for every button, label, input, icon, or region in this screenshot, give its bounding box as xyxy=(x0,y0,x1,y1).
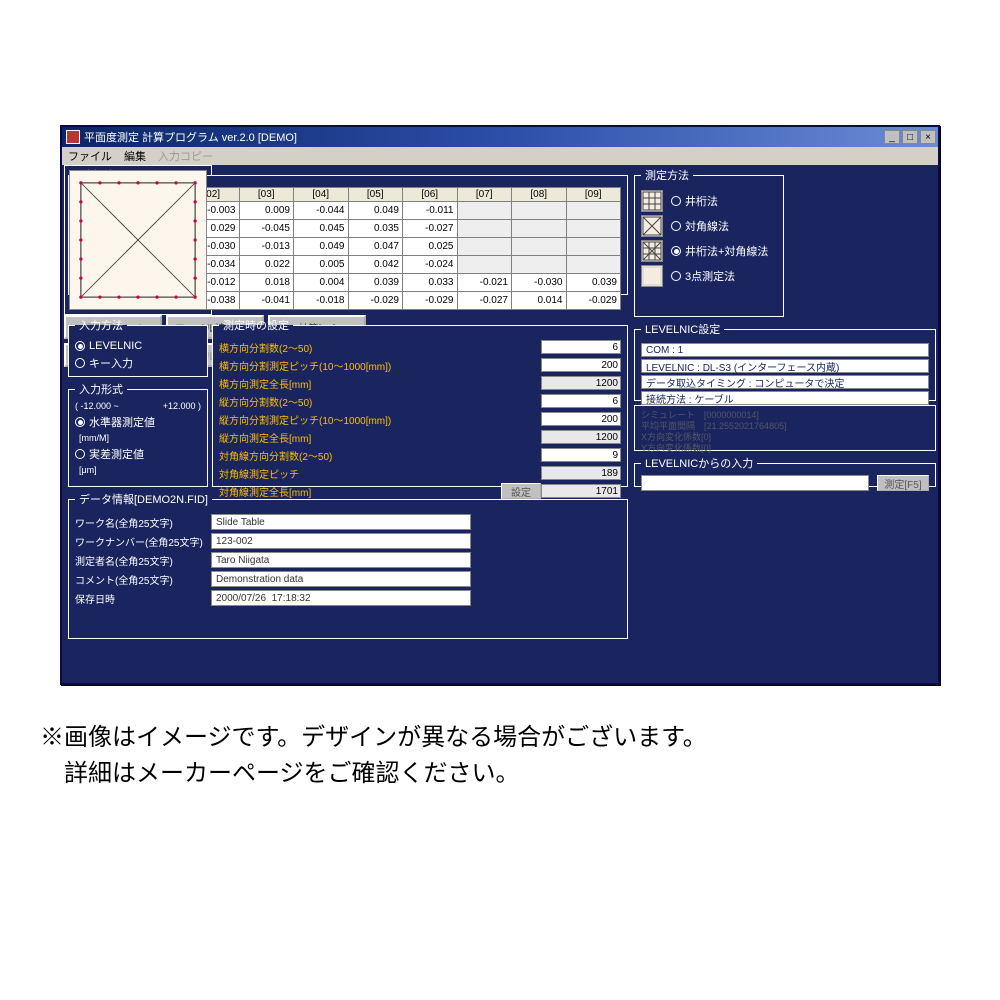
sim-line: シミュレート [0000000014] xyxy=(641,410,929,421)
input-method-label: キー入力 xyxy=(89,355,133,371)
setting-input-hpitch[interactable] xyxy=(541,358,621,372)
input-format-unit: [μm] xyxy=(79,465,201,475)
setting-label: 縦方向測定全長[mm] xyxy=(219,430,311,445)
radio-icon xyxy=(75,417,85,427)
maximize-button[interactable]: □ xyxy=(902,130,918,144)
work-number-input[interactable] xyxy=(211,533,471,549)
info-label: ワーク名(全角25文字) xyxy=(75,515,205,530)
caption-line: ※画像はイメージです。デザインが異なる場合がございます。 xyxy=(40,720,960,756)
method-opt-combined[interactable]: 井桁法+対角線法 xyxy=(641,240,777,262)
grid-icon xyxy=(641,190,663,212)
work-name-input[interactable] xyxy=(211,514,471,530)
group-input-method: 入力方法 LEVELNIC キー入力 xyxy=(68,317,208,377)
app-window: 平面度測定 計算プログラム ver.2.0 [DEMO] _ □ × ファイル … xyxy=(60,125,940,685)
group-levelnic-title: LEVELNIC設定 xyxy=(641,321,724,337)
measurement-preview-chart xyxy=(64,165,212,315)
range-min: ( -12.000 ~ xyxy=(75,401,119,411)
setting-input-hdiv[interactable] xyxy=(541,340,621,354)
radio-icon xyxy=(671,246,681,256)
input-method-keyboard[interactable]: キー入力 xyxy=(75,355,201,371)
group-method-title: 測定方法 xyxy=(641,167,693,183)
close-button[interactable]: × xyxy=(920,130,936,144)
input-format-diff[interactable]: 実差測定値 xyxy=(75,446,201,462)
levelnic-input-field[interactable] xyxy=(641,475,869,491)
group-data-info: データ情報[DEMO2N.FID] ワーク名(全角25文字) ワークナンバー(全… xyxy=(68,491,628,639)
app-icon xyxy=(66,130,80,144)
group-levelnic-input: LEVELNICからの入力 測定[F5] xyxy=(634,455,936,487)
method-opt-3point[interactable]: 3点測定法 xyxy=(641,265,777,287)
page-caption: ※画像はイメージです。デザインが異なる場合がございます。 詳細はメーカーページを… xyxy=(40,720,960,792)
radio-icon xyxy=(75,341,85,351)
setting-label: 横方向分割数(2～50) xyxy=(219,340,312,355)
group-simulation-status: シミュレート [0000000014] 平均平面間隔 [21.255202176… xyxy=(634,405,936,451)
group-data-info-title: データ情報[DEMO2N.FID] xyxy=(75,491,212,507)
setting-label: 縦方向分割数(2～50) xyxy=(219,394,312,409)
menu-copy[interactable]: 入力コピー xyxy=(158,148,213,164)
setting-label: 横方向分割測定ピッチ(10～1000[mm]) xyxy=(219,358,391,373)
measure-button[interactable]: 測定[F5] xyxy=(877,475,929,491)
threepoint-icon xyxy=(641,265,663,287)
input-method-label: LEVELNIC xyxy=(89,340,142,352)
titlebar[interactable]: 平面度測定 計算プログラム ver.2.0 [DEMO] _ □ × xyxy=(62,127,938,147)
setting-label: 対角線方向分割数(2～50) xyxy=(219,448,332,463)
radio-icon xyxy=(75,358,85,368)
group-input-format: 入力形式 ( -12.000 ~ +12.000 ) 水準器測定値 [mm/M]… xyxy=(68,381,208,487)
info-label: 測定者名(全角25文字) xyxy=(75,553,205,568)
input-format-label: 水準器測定値 xyxy=(89,414,155,430)
setting-input-dpitch[interactable] xyxy=(541,466,621,480)
input-format-level[interactable]: 水準器測定値 xyxy=(75,414,201,430)
levelnic-connection[interactable]: 接続方法 : ケーブル xyxy=(641,391,929,405)
sim-line: Y方向変化係数[0] xyxy=(641,443,929,454)
info-label: ワークナンバー(全角25文字) xyxy=(75,534,205,549)
input-format-unit: [mm/M] xyxy=(79,433,201,443)
window-title: 平面度測定 計算プログラム ver.2.0 [DEMO] xyxy=(84,129,297,145)
setting-label: 縦方向分割測定ピッチ(10～1000[mm]) xyxy=(219,412,391,427)
method-label: 対角線法 xyxy=(685,218,729,234)
input-method-levelnic[interactable]: LEVELNIC xyxy=(75,340,201,352)
setting-input-ddiv[interactable] xyxy=(541,448,621,462)
group-levelnic-input-title: LEVELNICからの入力 xyxy=(641,455,757,471)
operator-input[interactable] xyxy=(211,552,471,568)
menu-file[interactable]: ファイル xyxy=(68,148,112,164)
comment-input[interactable] xyxy=(211,571,471,587)
setting-label: 対角線測定ピッチ xyxy=(219,466,299,481)
levelnic-timing[interactable]: データ取込タイミング : コンピュータで決定 xyxy=(641,375,929,389)
method-label: 3点測定法 xyxy=(685,268,735,284)
method-opt-igeta[interactable]: 井桁法 xyxy=(641,190,777,212)
sim-line: 平均平面間隔 [21.2552021764805] xyxy=(641,421,929,432)
info-label: 保存日時 xyxy=(75,591,205,606)
caption-line: 詳細はメーカーページをご確認ください。 xyxy=(40,756,960,792)
info-label: コメント(全角25文字) xyxy=(75,572,205,587)
levelnic-device[interactable]: LEVELNIC : DL-S3 (インターフェース内蔵) xyxy=(641,359,929,373)
setting-input-vdiv[interactable] xyxy=(541,394,621,408)
saved-datetime-input[interactable] xyxy=(211,590,471,606)
group-meas-settings-title: 測定時の設定 xyxy=(219,317,293,333)
method-label: 井桁法+対角線法 xyxy=(685,243,768,259)
range-max: +12.000 ) xyxy=(163,401,201,411)
levelnic-com[interactable]: COM : 1 xyxy=(641,343,929,357)
group-method: 測定方法 井桁法 対角線法 井桁法+対角線法 3点測定法 xyxy=(634,167,784,317)
minimize-button[interactable]: _ xyxy=(884,130,900,144)
group-input-method-title: 入力方法 xyxy=(75,317,127,333)
setting-input-vpitch[interactable] xyxy=(541,412,621,426)
input-format-label: 実差測定値 xyxy=(89,446,144,462)
method-opt-diagonal[interactable]: 対角線法 xyxy=(641,215,777,237)
menubar: ファイル 編集 入力コピー xyxy=(62,147,938,165)
radio-icon xyxy=(671,196,681,206)
sim-line: X方向変化係数[0] xyxy=(641,432,929,443)
group-meas-settings: 測定時の設定 横方向分割数(2～50) 横方向分割測定ピッチ(10～1000[m… xyxy=(212,317,628,487)
setting-input-hlen[interactable] xyxy=(541,376,621,390)
radio-icon xyxy=(671,271,681,281)
diagonal-icon xyxy=(641,215,663,237)
method-label: 井桁法 xyxy=(685,193,718,209)
radio-icon xyxy=(671,221,681,231)
group-levelnic: LEVELNIC設定 COM : 1 LEVELNIC : DL-S3 (インタ… xyxy=(634,321,936,401)
group-input-format-title: 入力形式 xyxy=(75,381,127,397)
radio-icon xyxy=(75,449,85,459)
setting-input-vlen[interactable] xyxy=(541,430,621,444)
setting-label: 横方向測定全長[mm] xyxy=(219,376,311,391)
menu-edit[interactable]: 編集 xyxy=(124,148,146,164)
combined-icon xyxy=(641,240,663,262)
